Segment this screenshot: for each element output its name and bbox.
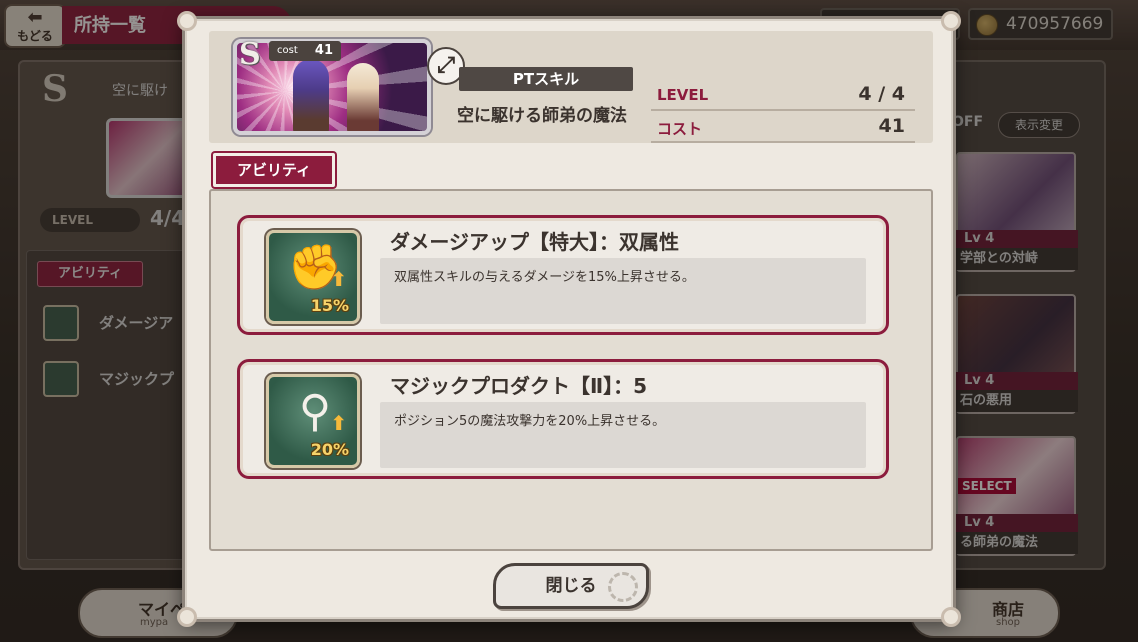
- ability-description: 双属性スキルの与えるダメージを15%上昇させる。: [380, 258, 866, 324]
- magic-wand-icon: ⚲ ⬆ 20%: [266, 374, 360, 468]
- up-arrow-icon: ⬆: [330, 267, 347, 291]
- level-value: 4 / 4: [858, 83, 905, 105]
- gear-icon: [608, 572, 638, 602]
- ability-badge: 15%: [310, 296, 349, 315]
- corner-ornament: [177, 11, 197, 31]
- ability-badge: 20%: [310, 440, 349, 459]
- expand-icon: ⤢: [437, 53, 455, 78]
- cost-tag-label: cost: [277, 45, 298, 56]
- corner-ornament: [177, 607, 197, 627]
- cost-tag: cost 41: [269, 41, 341, 61]
- ability-title: ダメージアップ【特大】：双属性: [390, 230, 679, 254]
- cost-row: コスト 41: [651, 113, 915, 143]
- close-button[interactable]: 閉じる: [493, 563, 649, 609]
- skill-name: 空に駆ける師弟の魔法: [457, 106, 627, 126]
- cost-label: コスト: [657, 120, 703, 138]
- corner-ornament: [941, 607, 961, 627]
- level-label: LEVEL: [657, 86, 709, 104]
- ability-item: ⚲ ⬆ 20% マジックプロダクト【Ⅱ】：5 ポジション5の魔法攻撃力を20%上…: [237, 359, 889, 479]
- character-figure: [293, 59, 329, 131]
- ability-description: ポジション5の魔法攻撃力を20%上昇させる。: [380, 402, 866, 468]
- cost-value: 41: [878, 115, 905, 137]
- fist-up-icon: ✊ ⬆ 15%: [266, 230, 360, 324]
- cost-tag-value: 41: [314, 43, 333, 58]
- character-figure: [347, 63, 379, 131]
- pt-skill-label: PTスキル: [459, 67, 633, 91]
- close-button-label: 閉じる: [545, 576, 597, 596]
- ability-list: ✊ ⬆ 15% ダメージアップ【特大】：双属性 双属性スキルの与えるダメージを1…: [209, 189, 933, 551]
- up-arrow-icon: ⬆: [330, 411, 347, 435]
- ability-tab[interactable]: アビリティ: [213, 153, 335, 196]
- rank-badge: S: [239, 37, 261, 72]
- skill-header: S cost 41 ⤢ PTスキル 空に駆ける師弟の魔法 LEVEL 4 / 4…: [209, 31, 933, 143]
- corner-ornament: [941, 11, 961, 31]
- skill-detail-modal: S cost 41 ⤢ PTスキル 空に駆ける師弟の魔法 LEVEL 4 / 4…: [177, 11, 961, 627]
- ability-title: マジックプロダクト【Ⅱ】：5: [390, 374, 648, 398]
- ability-item: ✊ ⬆ 15% ダメージアップ【特大】：双属性 双属性スキルの与えるダメージを1…: [237, 215, 889, 335]
- level-row: LEVEL 4 / 4: [651, 81, 915, 111]
